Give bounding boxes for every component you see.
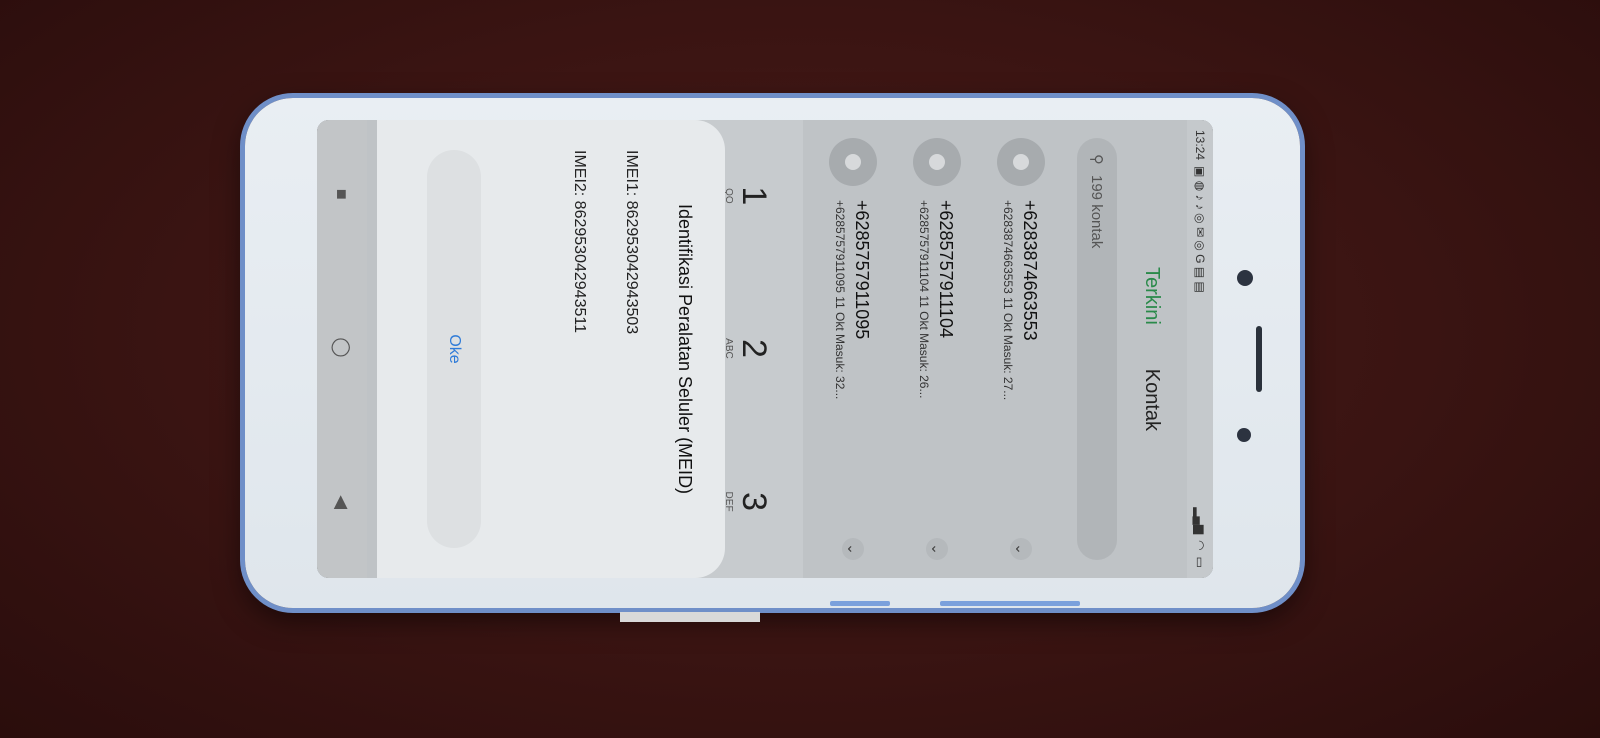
tab-recent[interactable]: Terkini: [1141, 267, 1164, 325]
power-button: [940, 601, 1080, 606]
status-time: 13:24: [1193, 130, 1207, 161]
search-icon: ⚲: [1088, 154, 1105, 165]
call-log-row[interactable]: +6285757911104 +6285757911104 11 Okt Mas…: [895, 120, 979, 578]
key-1[interactable]: 1 QO: [723, 186, 773, 205]
chevron-down-icon[interactable]: ⌄: [1010, 538, 1032, 560]
notification-icons: ▣ ◍ ♪ ♪ ◎ ✉ ◎ G ▤ ▤: [1193, 166, 1207, 293]
ok-button[interactable]: Oke: [427, 150, 481, 548]
back-icon[interactable]: ◀: [332, 495, 353, 509]
search-bar[interactable]: ⚲ 199 kontak: [1077, 138, 1117, 560]
call-number: +6285757911104: [936, 200, 957, 338]
dialer-header: Terkini Kontak: [1117, 120, 1187, 578]
signal-icon: ▂▄▆: [1193, 507, 1207, 535]
call-log: +6283874663553 +6283874663553 11 Okt Mas…: [811, 120, 1063, 578]
call-detail: +6285757911095 11 Okt Masuk: 32...: [833, 200, 848, 400]
proximity-sensor: [1237, 428, 1251, 442]
key-2[interactable]: 2 ABC: [723, 338, 773, 359]
imei2-text: IMEI2: 862953042943511: [571, 150, 588, 333]
earpiece-speaker: [1256, 326, 1262, 392]
dialog-title: Identifikasi Peralatan Seluler (MEID): [675, 203, 695, 495]
home-icon[interactable]: ◯: [332, 337, 353, 357]
battery-icon: ▭: [1193, 556, 1207, 568]
navigation-bar: ■ ◯ ◀: [317, 120, 367, 578]
key-3[interactable]: 3 DEF: [723, 492, 773, 512]
call-detail: +6285757911104 11 Okt Masuk: 26...: [917, 200, 932, 399]
call-log-row[interactable]: +6283874663553 +6283874663553 11 Okt Mas…: [979, 120, 1063, 578]
call-number: +6283874663553: [1020, 200, 1041, 341]
sticker-label: [620, 612, 760, 622]
call-detail: +6283874663553 11 Okt Masuk: 27...: [1001, 200, 1016, 401]
imei1-text: IMEI1: 862953042943503: [623, 150, 640, 335]
phone-screen: 13:24 ▣ ◍ ♪ ♪ ◎ ✉ ◎ G ▤ ▤ ▂▄▆ ◠ ▭ Terkin…: [317, 120, 1213, 578]
chevron-down-icon[interactable]: ⌄: [842, 538, 864, 560]
ok-label: Oke: [446, 334, 463, 364]
search-placeholder: 199 kontak: [1088, 175, 1106, 249]
front-camera: [1237, 270, 1253, 286]
recents-icon[interactable]: ■: [332, 189, 353, 200]
status-bar: 13:24 ▣ ◍ ♪ ♪ ◎ ✉ ◎ G ▤ ▤ ▂▄▆ ◠ ▭: [1187, 120, 1213, 578]
volume-button: [830, 601, 890, 606]
call-number: +6285757911095: [852, 200, 873, 340]
avatar: [913, 138, 961, 186]
tab-contacts[interactable]: Kontak: [1141, 369, 1164, 431]
call-log-row[interactable]: +6285757911095 +6285757911095 11 Okt Mas…: [811, 120, 895, 578]
wifi-icon: ◠: [1193, 540, 1207, 551]
avatar: [997, 138, 1045, 186]
chevron-down-icon[interactable]: ⌄: [926, 538, 948, 560]
meid-dialog: Identifikasi Peralatan Seluler (MEID) IM…: [377, 120, 725, 578]
avatar: [829, 138, 877, 186]
screen-content: 13:24 ▣ ◍ ♪ ♪ ◎ ✉ ◎ G ▤ ▤ ▂▄▆ ◠ ▭ Terkin…: [317, 120, 1213, 578]
